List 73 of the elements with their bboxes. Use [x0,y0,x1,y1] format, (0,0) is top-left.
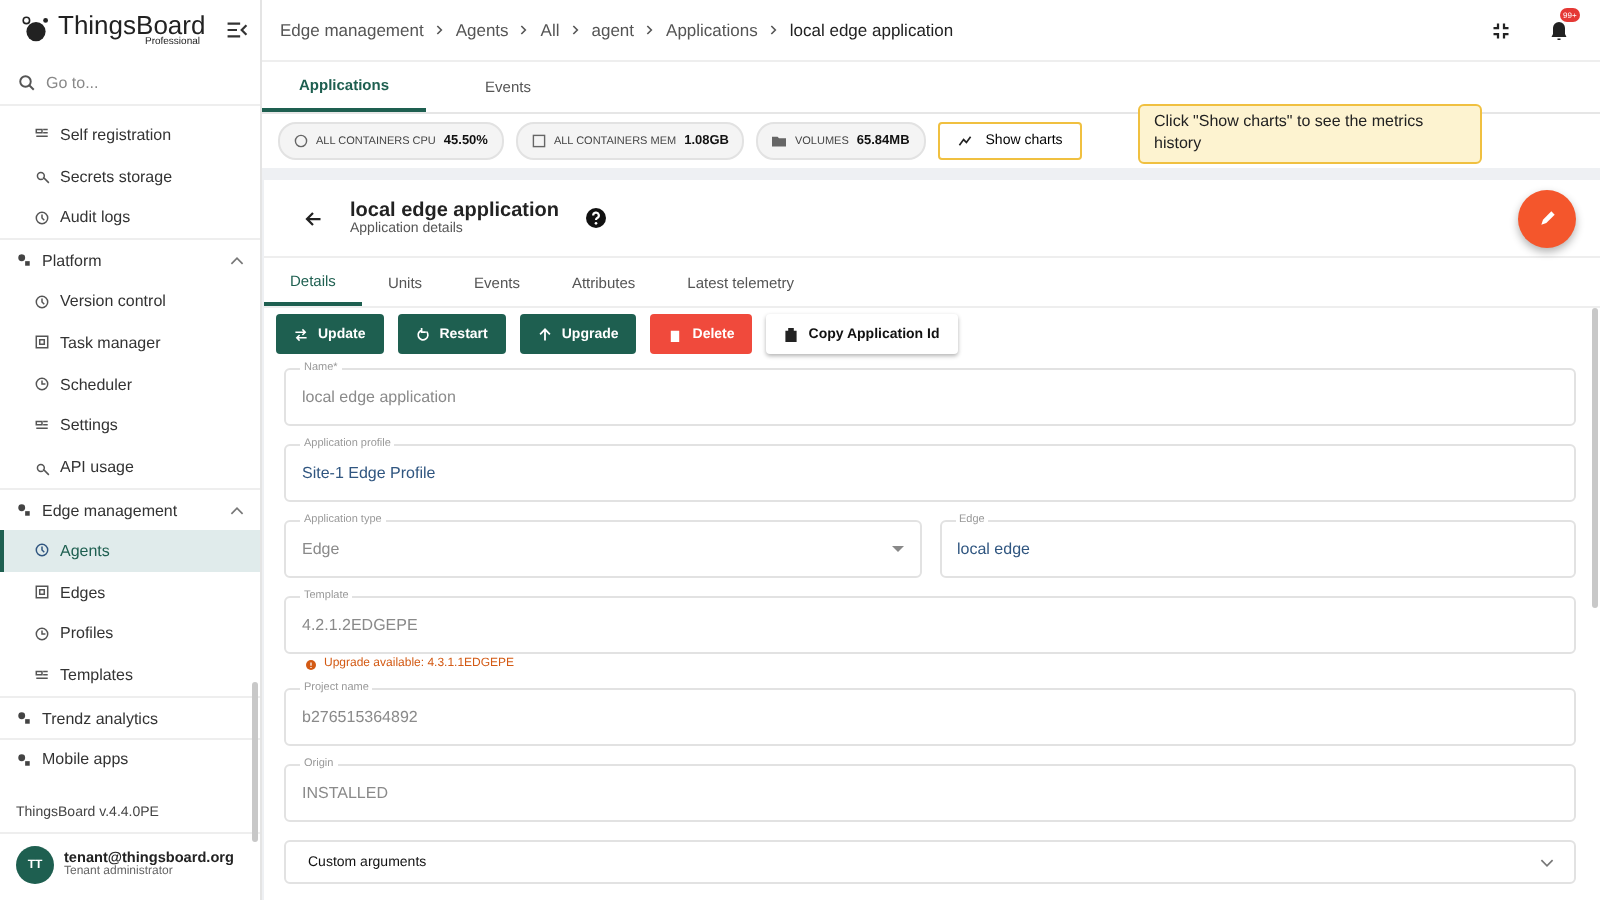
pencil-icon [1537,208,1557,228]
sidebar-item[interactable]: Scheduler [0,363,260,406]
breadcrumb-link[interactable]: Edge management [280,20,424,40]
field-value: Edge [302,540,342,558]
breadcrumb-link[interactable]: agent [591,20,635,40]
button-icon [294,327,308,341]
sidebar-section[interactable]: Platform [0,238,260,281]
button-icon [415,327,430,341]
section-icon [16,252,32,269]
menu-item-icon [34,625,50,642]
info-icon [306,659,316,669]
dropdown-arrow-icon [891,546,903,552]
sidebar-item[interactable]: Version control [0,280,260,322]
chevron-icon [769,24,778,36]
breadcrumb-link[interactable]: All [540,20,560,40]
chevron-icon [571,24,580,36]
chevron-icon [435,24,444,36]
chevron-icon [520,24,529,36]
field-value: INSTALLED [302,784,390,802]
sidebar-item[interactable]: Audit logs [0,197,260,239]
details-title: local edge application [350,199,559,222]
sidebar-item[interactable]: Settings [0,405,260,447]
metric-icon [531,134,546,148]
fullscreen-exit-icon[interactable] [1492,21,1510,39]
section-icon [16,751,32,768]
field-value: local edge application [302,388,458,406]
field-value[interactable]: Site-1 Edge Profile [302,464,1558,482]
sidebar-item[interactable]: Edges [0,571,260,614]
field-value: b276515364892 [302,708,420,726]
chevron-icon [230,255,244,266]
breadcrumb-link[interactable]: Applications [666,20,758,40]
menu-item-icon [34,584,50,601]
field-value: 4.2.1.2EDGEPE [302,616,420,634]
menu-collapse-icon[interactable] [226,20,248,40]
chevron-icon [230,505,244,516]
menu-item-icon [34,459,50,476]
search-icon [18,73,36,91]
edit-fab[interactable] [1518,189,1576,247]
menu-item-icon [34,293,50,310]
section-icon [16,710,32,727]
sidebar-item[interactable]: API usage [0,446,260,489]
search-field[interactable]: Go to... [46,73,226,91]
chevron-icon [1540,857,1554,867]
menu-item-icon [34,667,50,684]
chevron-icon [646,24,655,36]
back-arrow-icon[interactable] [304,209,322,227]
sidebar-item[interactable]: Secrets storage [0,155,260,198]
sidebar-item[interactable]: Task manager [0,321,260,364]
breadcrumb-link[interactable]: Agents [455,20,509,40]
sidebar-item[interactable]: Profiles [0,613,260,655]
button-icon [668,327,683,341]
menu-item-icon [34,334,50,351]
menu-item-icon [34,376,50,393]
button-icon [784,327,799,341]
metric-icon [772,134,787,148]
section-icon [16,502,32,519]
menu-item-icon [34,126,50,143]
hint-callout: Click "Show charts" to see the metrics history [1138,104,1482,164]
menu-item-icon [34,168,50,185]
menu-item-icon [34,417,50,434]
logo-icon [20,14,52,46]
sidebar-item[interactable]: Self registration [0,114,260,156]
chart-line-icon [957,134,972,148]
sidebar-item[interactable]: Templates [0,654,260,697]
bell-icon[interactable] [1550,19,1568,41]
field-value[interactable]: local edge [957,540,1558,558]
metric-icon [294,134,308,148]
sidebar-item[interactable]: Agents [0,529,260,572]
menu-item-icon [34,542,50,559]
logo-name: ThingsBoard [58,12,208,38]
button-icon [537,327,552,341]
menu-item-icon [34,209,50,226]
help-icon[interactable] [586,208,607,228]
